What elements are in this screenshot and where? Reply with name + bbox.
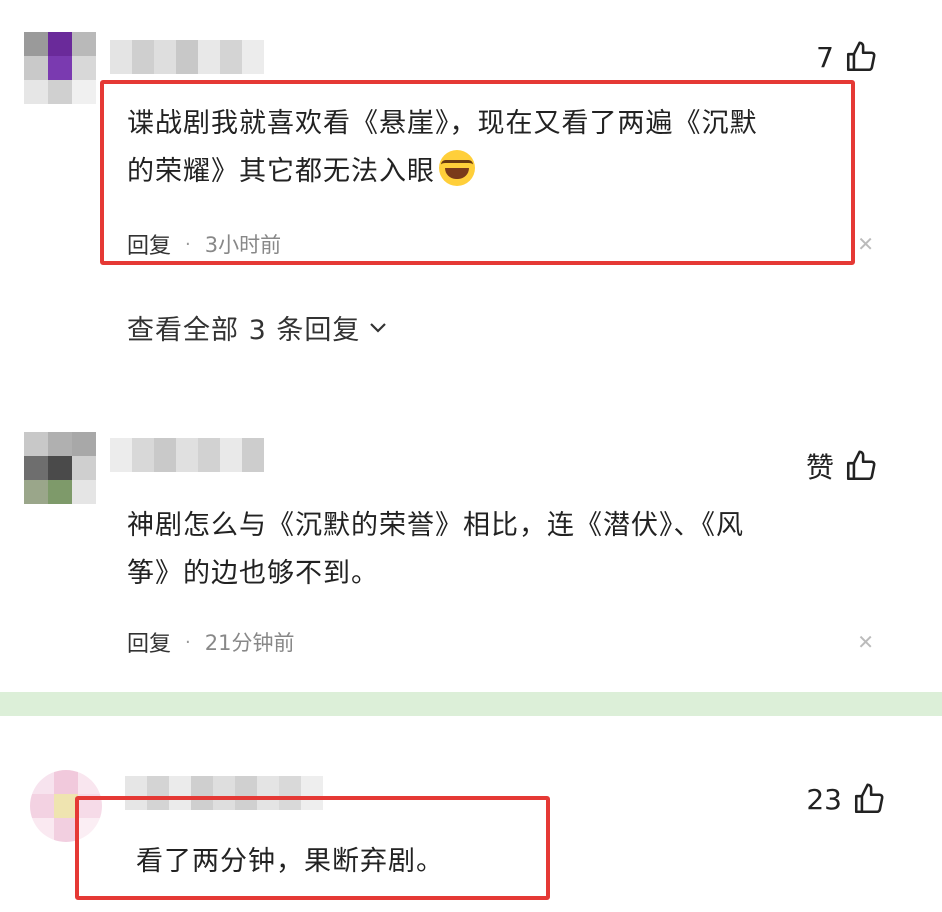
thumbs-up-icon [846,41,876,72]
laughing-tears-emoji [439,150,475,186]
separator-dot: · [185,631,191,653]
thumbs-up-icon [846,450,876,481]
like-count: 23 [806,782,842,816]
comment-feed: 7 谍战剧我就喜欢看《悬崖》，现在又看了两遍《沉默 的荣耀》其它都无法入眼 回复… [0,0,942,912]
avatar[interactable] [24,32,96,104]
username[interactable] [110,438,264,472]
timestamp: 21分钟前 [204,631,295,655]
like-button[interactable]: 赞 [806,446,878,486]
comment-text: 神剧怎么与《沉默的荣誉》相比，连《潜伏》、《风 筝》的边也够不到。 [127,510,744,589]
timestamp: 3小时前 [204,233,282,257]
comment-text: 谍战剧我就喜欢看《悬崖》，现在又看了两遍《沉默 的荣耀》其它都无法入眼 [127,108,758,187]
comment-text: 看了两分钟，果断弃剧。 [136,846,444,877]
chevron-down-icon [370,322,387,333]
like-button[interactable]: 23 [806,782,886,816]
view-all-replies-label: 查看全部 3 条回复 [127,315,361,346]
close-icon[interactable]: ✕ [857,630,874,654]
view-all-replies-button[interactable]: 查看全部 3 条回复 [127,308,388,347]
reply-button[interactable]: 回复 [127,228,171,260]
comment-meta: 回复 · 21分钟前 [127,626,294,658]
username[interactable] [110,40,264,74]
like-label: 赞 [805,451,834,484]
separator-dot: · [185,233,191,255]
avatar[interactable] [24,432,96,504]
close-icon[interactable]: ✕ [857,232,874,256]
comment-meta: 回复 · 3小时前 [127,228,281,260]
section-divider [0,692,942,716]
thumbs-up-icon [854,783,884,814]
like-button[interactable]: 7 [816,40,878,74]
like-count: 7 [816,40,834,74]
reply-button[interactable]: 回复 [127,626,171,658]
